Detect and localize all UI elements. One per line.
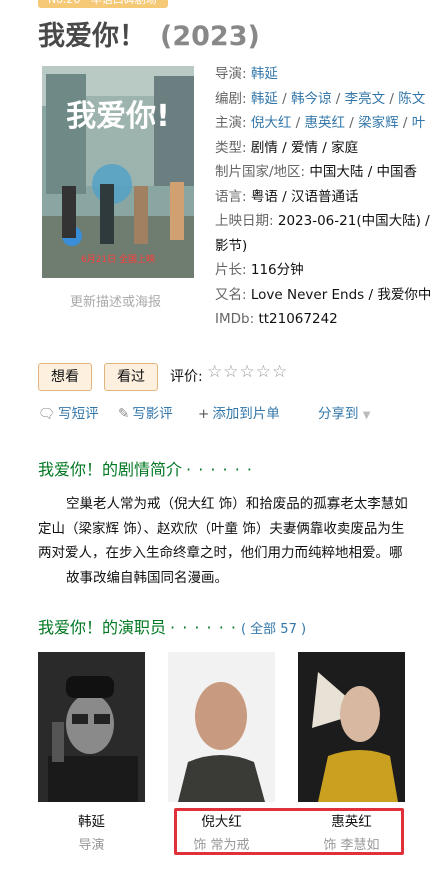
info-cast: 主演: 倪大红 / 惠英红 / 梁家辉 / 叶 <box>215 115 426 131</box>
cast-heading: 我爱你！的演职员 · · · · · ·( 全部 57 ) <box>38 618 307 637</box>
comment-icon: 🗨 <box>38 406 56 422</box>
summary-line: 两对爱人，在步入生命终章之时，他们用力而纯粹地相爱。哪 <box>38 545 403 561</box>
cast-role: 导演 <box>78 838 105 853</box>
rank-tag[interactable]: No.26 · 华语口碑剧场 <box>38 0 168 8</box>
movie-name: 我爱你！ <box>38 21 146 52</box>
director-photo <box>38 652 145 802</box>
info-release-cont: 影节) <box>215 234 430 259</box>
info-writer: 编剧: 韩延 / 韩今谅 / 李亮文 / 陈文 <box>215 90 426 107</box>
info-label: 类型: <box>215 139 247 156</box>
rating-label: 评价: <box>170 369 203 385</box>
language-value: 粤语 / 汉语普通话 <box>250 188 359 205</box>
chevron-down-icon: ▼ <box>362 410 371 421</box>
release-value-cont: 影节) <box>215 237 248 254</box>
imdb-value: tt21067242 <box>258 311 338 327</box>
plus-icon: + <box>198 406 210 422</box>
seen-button[interactable]: 看过 <box>104 363 158 391</box>
info-label: 编剧: <box>215 90 247 107</box>
all-cast-link[interactable]: ( 全部 57 ) <box>241 622 306 637</box>
info-label: 制片国家/地区: <box>215 164 306 180</box>
summary-text: 空巢老人常为戒（倪大红 饰）和拾废品的孤寡老太李慧如 定山（梁家辉 饰）、赵欢欣… <box>38 492 430 590</box>
info-imdb: IMDb: tt21067242 <box>215 307 430 332</box>
director-link[interactable]: 韩延 <box>251 66 278 82</box>
summary-heading: 我爱你！的剧情简介 · · · · · · <box>38 460 253 479</box>
info-runtime: 片长: 116分钟 <box>215 258 430 283</box>
aka-value: Love Never Ends / 我爱你中 <box>250 286 430 303</box>
info-director: 导演: 韩延 <box>215 62 430 87</box>
region-value: 中国大陆 / 中国香 <box>309 164 418 180</box>
highlight-box <box>174 808 404 855</box>
summary-line: 空巢老人常为戒（倪大红 饰）和拾废品的孤寡老太李慧如 <box>66 496 408 512</box>
write-review-link[interactable]: ✎ 写影评 <box>118 402 173 422</box>
info-label: 上映日期: <box>215 213 274 229</box>
movie-poster[interactable]: 我爱你! 6月21日 全国上映 <box>42 66 194 278</box>
writer-link[interactable]: 李亮文 <box>345 91 386 107</box>
want-to-see-button[interactable]: 想看 <box>38 363 92 391</box>
share-link[interactable]: 分享到 ▼ <box>318 402 371 422</box>
cast-photo-director[interactable] <box>38 652 145 802</box>
cast-name[interactable]: 韩延 <box>38 810 145 830</box>
poster-title-text: 我爱你! <box>66 99 170 134</box>
info-genre: 类型: 剧情 / 爱情 / 家庭 <box>215 136 430 161</box>
info-language: 语言: 粤语 / 汉语普通话 <box>215 185 430 210</box>
actor-link[interactable]: 叶 <box>412 115 426 131</box>
info-label: 又名: <box>215 286 247 303</box>
poster-image: 我爱你! 6月21日 全国上映 <box>42 66 194 278</box>
cast-photo-actor-1[interactable] <box>168 652 275 802</box>
pencil-icon: ✎ <box>118 406 130 422</box>
rating-stars[interactable]: ☆☆☆☆☆ <box>207 362 288 382</box>
actor-photo <box>298 652 405 802</box>
add-to-list-link[interactable]: + 添加到片单 <box>198 402 280 422</box>
actor-link[interactable]: 倪大红 <box>251 115 292 131</box>
update-poster-link[interactable]: 更新描述或海报 <box>70 291 161 310</box>
actor-photo <box>168 652 275 802</box>
summary-line: 定山（梁家辉 饰）、赵欢欣（叶童 饰）夫妻俩靠收卖废品为生 <box>38 520 405 537</box>
info-label: 片长: <box>215 262 247 278</box>
info-region: 制片国家/地区: 中国大陆 / 中国香 <box>215 160 430 185</box>
write-short-review-link[interactable]: 🗨 写短评 <box>38 402 99 422</box>
summary-line: 故事改编自韩国同名漫画。 <box>66 569 228 586</box>
info-label: 导演: <box>215 66 247 82</box>
movie-info: 导演: 韩延 编剧: 韩延 / 韩今谅 / 李亮文 / 陈文 主演: 倪大红 /… <box>215 62 430 332</box>
writer-link[interactable]: 韩延 <box>251 91 278 107</box>
runtime-value: 116分钟 <box>250 262 304 278</box>
actor-link[interactable]: 惠英红 <box>305 115 346 131</box>
actor-link[interactable]: 梁家辉 <box>358 115 399 131</box>
writer-link[interactable]: 陈文 <box>398 91 425 107</box>
info-label: 语言: <box>215 188 247 205</box>
cast-photo-actor-2[interactable] <box>298 652 405 802</box>
info-label: 主演: <box>215 115 247 131</box>
info-label: IMDb: <box>215 311 255 327</box>
writer-link[interactable]: 韩今谅 <box>291 91 332 107</box>
info-release: 上映日期: 2023-06-21(中国大陆) / <box>215 209 430 234</box>
movie-year: (2023) <box>160 21 260 52</box>
poster-date-text: 6月21日 全国上映 <box>81 253 155 265</box>
genre-value: 剧情 / 爱情 / 家庭 <box>250 139 359 156</box>
info-aka: 又名: Love Never Ends / 我爱你中 <box>215 283 430 308</box>
page-title: 我爱你！ (2023) <box>38 14 260 53</box>
release-value: 2023-06-21(中国大陆) / <box>277 213 430 229</box>
